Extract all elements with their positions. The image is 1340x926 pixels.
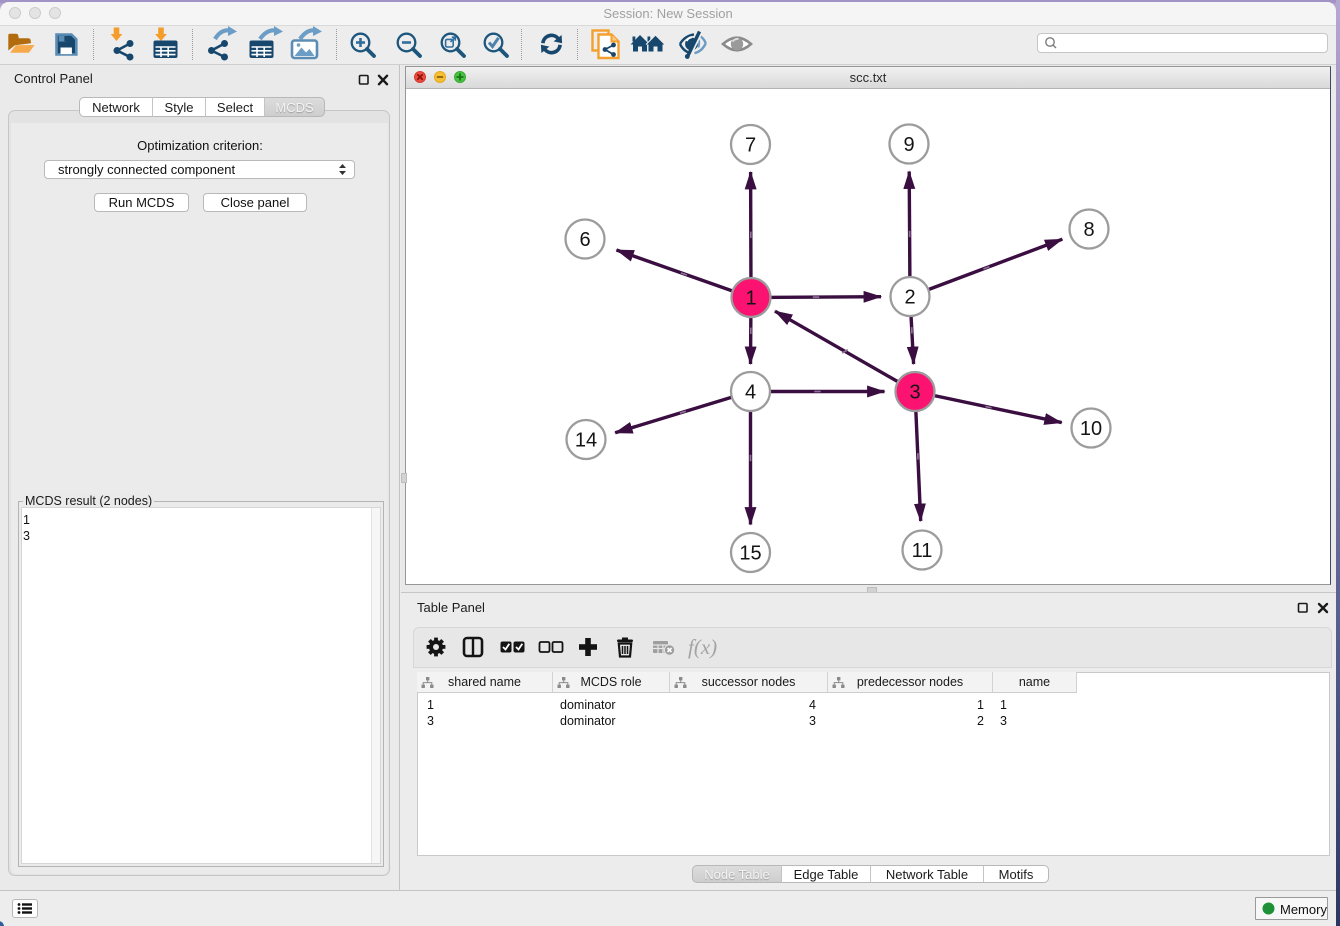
svg-text:f(x): f(x) — [688, 635, 717, 659]
svg-text:9: 9 — [903, 134, 914, 156]
svg-text:3: 3 — [909, 382, 920, 404]
svg-text:4: 4 — [745, 382, 756, 404]
svg-text:7: 7 — [745, 135, 756, 157]
svg-text:14: 14 — [575, 430, 597, 452]
svg-text:11: 11 — [912, 540, 933, 562]
svg-text:1: 1 — [745, 288, 756, 310]
svg-text:2: 2 — [904, 287, 915, 309]
svg-text:6: 6 — [579, 229, 590, 251]
svg-text:15: 15 — [739, 543, 761, 565]
svg-text:10: 10 — [1080, 418, 1102, 440]
svg-text:8: 8 — [1083, 219, 1094, 241]
